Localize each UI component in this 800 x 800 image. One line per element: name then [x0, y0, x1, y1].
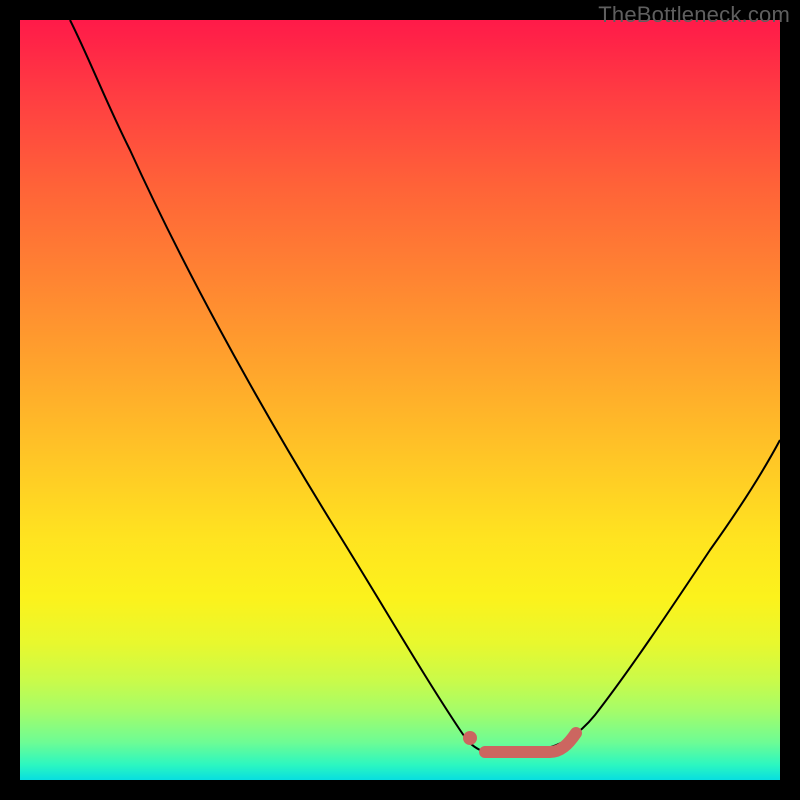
plot-svg [20, 20, 780, 780]
optimal-marker-line [485, 733, 576, 752]
chart-area [20, 20, 780, 780]
optimal-marker-dot [463, 731, 477, 745]
bottleneck-curve [70, 20, 780, 750]
watermark-text: TheBottleneck.com [598, 2, 790, 28]
